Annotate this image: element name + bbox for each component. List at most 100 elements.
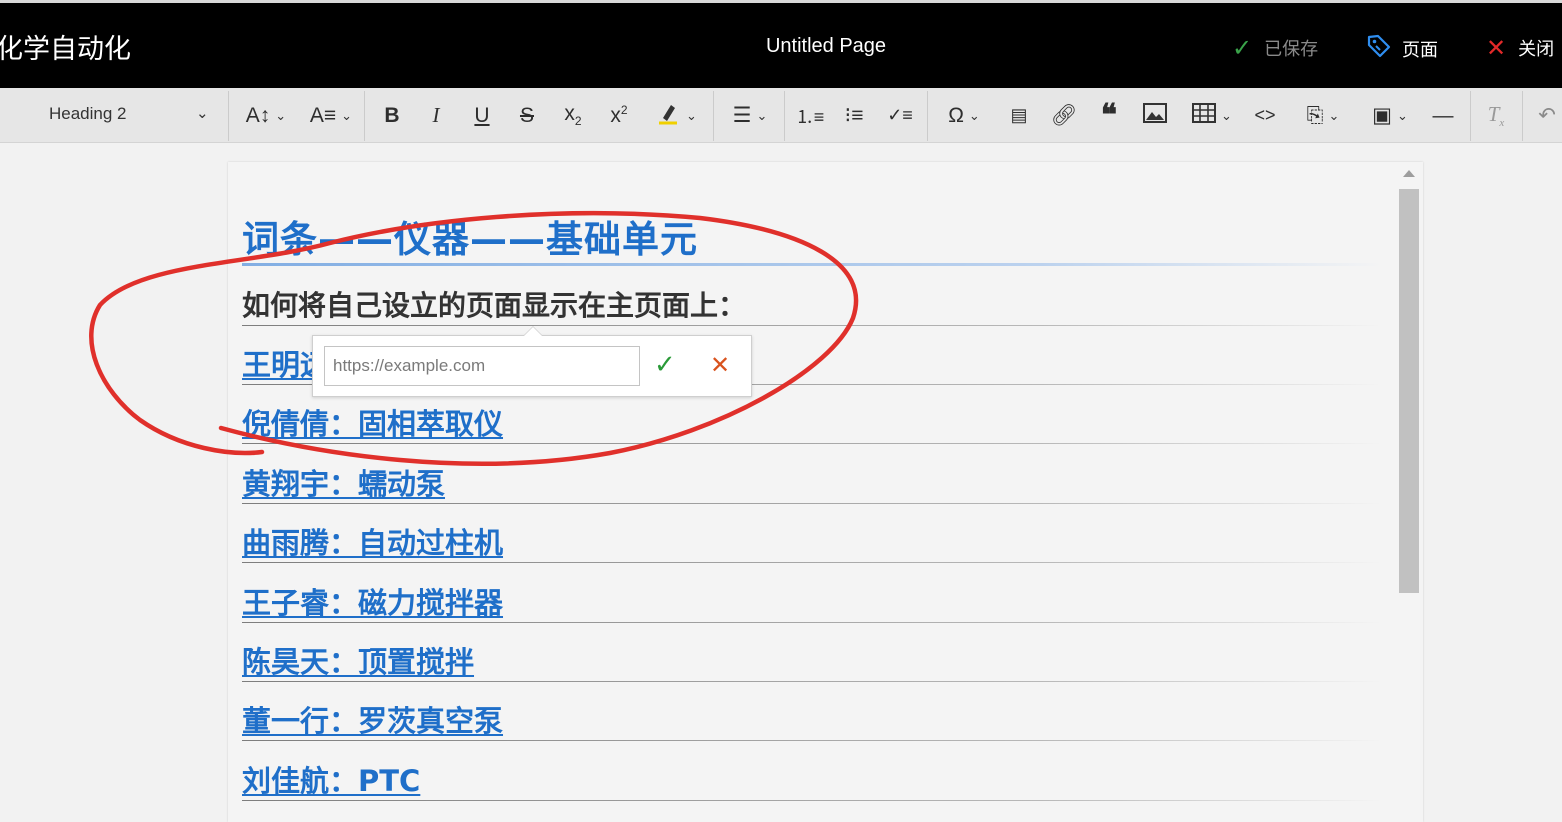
close-button[interactable]: ✕ 关闭 (1486, 35, 1554, 61)
url-input[interactable] (324, 346, 640, 386)
font-family-dropdown[interactable]: A≡ ⌄ (306, 88, 356, 143)
numbered-list-icon: ⒈≡ (795, 106, 825, 127)
entry-link[interactable]: 黄翔宇：蠕动泵 (242, 461, 445, 503)
toolbar-divider (784, 91, 785, 141)
divider (242, 443, 1382, 444)
chevron-down-icon: ⌄ (686, 107, 697, 123)
remove-format-button[interactable]: Tx (1482, 88, 1510, 143)
document-subheading[interactable]: 如何将自己设立的页面显示在主页面上： (242, 284, 746, 324)
table-icon (1192, 102, 1217, 129)
close-button-label: 关闭 (1518, 39, 1555, 60)
chevron-down-icon: ⌄ (1221, 107, 1232, 123)
insert-image-button[interactable] (1142, 88, 1168, 143)
page-title[interactable]: Untitled Page (0, 35, 1562, 58)
blockquote-button[interactable]: ❝ (1096, 88, 1122, 143)
toolbar-divider (927, 91, 928, 141)
entry-link[interactable]: 陈昊天：顶置搅拌 (242, 639, 474, 681)
tag-icon (1366, 33, 1392, 64)
chevron-down-icon: ⌄ (756, 107, 768, 123)
heading-dropdown-value: Heading 2 (49, 104, 127, 123)
bulleted-list-icon: ⁝≡ (844, 104, 864, 127)
subscript-button[interactable]: x2 (558, 88, 588, 143)
omega-icon: Ω (948, 103, 964, 127)
strikethrough-icon: S (519, 103, 534, 127)
heading-underline (242, 263, 1382, 266)
horizontal-line-button[interactable]: — (1430, 88, 1456, 143)
heading-dropdown[interactable]: Heading 2 ⌄ (0, 88, 224, 143)
toolbar-divider (228, 91, 229, 141)
divider (242, 740, 1382, 741)
media-icon: ▣ (1372, 104, 1392, 127)
underline-button[interactable]: U (469, 88, 495, 143)
chevron-down-icon: ⌄ (275, 107, 287, 123)
underline-icon: U (474, 103, 490, 127)
divider (242, 622, 1382, 623)
superscript-icon: x2 (610, 103, 628, 127)
horizontal-line-icon: — (1432, 103, 1454, 127)
highlighter-icon (655, 100, 681, 132)
save-status-label: 已保存 (1264, 39, 1319, 60)
todo-list-button[interactable]: ✓≡ (886, 88, 914, 143)
chevron-down-icon: ⌄ (341, 107, 353, 123)
highlight-dropdown[interactable]: ⌄ (648, 88, 704, 143)
align-dropdown[interactable]: ☰ ⌄ (724, 88, 776, 143)
checklist-icon: ✓≡ (887, 105, 913, 125)
close-icon: ✕ (1486, 34, 1507, 62)
check-icon: ✓ (1232, 34, 1253, 62)
document-icon: ▤ (1010, 105, 1028, 125)
strikethrough-button[interactable]: S (514, 88, 540, 143)
scroll-up-icon[interactable] (1403, 170, 1415, 177)
special-characters-dropdown[interactable]: Ω ⌄ (938, 88, 990, 143)
entry-link[interactable]: 王子睿：磁力搅拌器 (242, 580, 503, 622)
save-link-button[interactable]: ✓ (654, 350, 676, 380)
editor-scrollbar[interactable] (1398, 166, 1420, 816)
page-button-label: 页面 (1402, 39, 1438, 61)
chevron-down-icon: ⌄ (1396, 107, 1408, 123)
code-icon: <> (1254, 105, 1276, 125)
clear-format-icon: Tx (1487, 101, 1505, 130)
insert-table-dropdown[interactable]: ⌄ (1186, 88, 1238, 143)
divider (242, 325, 1382, 326)
divider (242, 681, 1382, 682)
font-family-icon: A≡ (309, 103, 337, 127)
bold-icon: B (384, 103, 400, 127)
entry-link[interactable]: 倪倩倩：固相萃取仪 (242, 401, 503, 443)
toolbar-divider (1470, 91, 1471, 141)
document-heading[interactable]: 词条——仪器——基础单元 (242, 209, 698, 263)
font-size-dropdown[interactable]: A↕ ⌄ (240, 88, 292, 143)
superscript-button[interactable]: x2 (604, 88, 634, 143)
page-button[interactable]: 页面 (1366, 33, 1438, 64)
bold-button[interactable]: B (378, 88, 406, 143)
link-url-popup: ✓ ✕ (312, 326, 752, 397)
code-button[interactable]: <> (1252, 88, 1278, 143)
code-block-dropdown[interactable]: ⎘ ⌄ (1295, 88, 1351, 143)
chevron-down-icon: ⌄ (968, 107, 980, 123)
font-size-icon: A↕ (245, 103, 271, 127)
check-icon: ✓ (654, 350, 676, 380)
divider (242, 800, 1382, 801)
cancel-link-button[interactable]: ✕ (710, 351, 730, 379)
quote-icon: ❝ (1100, 99, 1118, 132)
toolbar-divider (1522, 91, 1523, 141)
entry-link[interactable]: 董一行：罗茨真空泵 (242, 698, 503, 740)
scrollbar-thumb[interactable] (1399, 189, 1419, 593)
undo-icon: ↶ (1538, 104, 1556, 127)
entry-link[interactable]: 刘佳航：PTC (242, 758, 420, 800)
save-status: ✓ 已保存 (1232, 35, 1318, 61)
align-left-icon: ☰ (732, 104, 752, 127)
media-embed-dropdown[interactable]: ▣ ⌄ (1364, 88, 1416, 143)
image-icon (1143, 102, 1167, 129)
insert-template-button[interactable]: ▤ (1006, 88, 1032, 143)
subscript-icon: x2 (564, 102, 582, 129)
link-button[interactable]: 🔗︎ (1050, 88, 1078, 143)
link-icon: 🔗︎ (1050, 103, 1078, 127)
entry-link[interactable]: 曲雨腾：自动过柱机 (242, 520, 503, 562)
numbered-list-button[interactable]: ⒈≡ (795, 88, 825, 143)
italic-button[interactable]: I (423, 88, 449, 143)
close-icon: ✕ (710, 351, 731, 379)
undo-button[interactable]: ↶ (1534, 88, 1560, 143)
bulleted-list-button[interactable]: ⁝≡ (840, 88, 868, 143)
divider (242, 503, 1382, 504)
toolbar-divider (713, 91, 714, 141)
chevron-down-icon: ⌄ (196, 104, 209, 122)
